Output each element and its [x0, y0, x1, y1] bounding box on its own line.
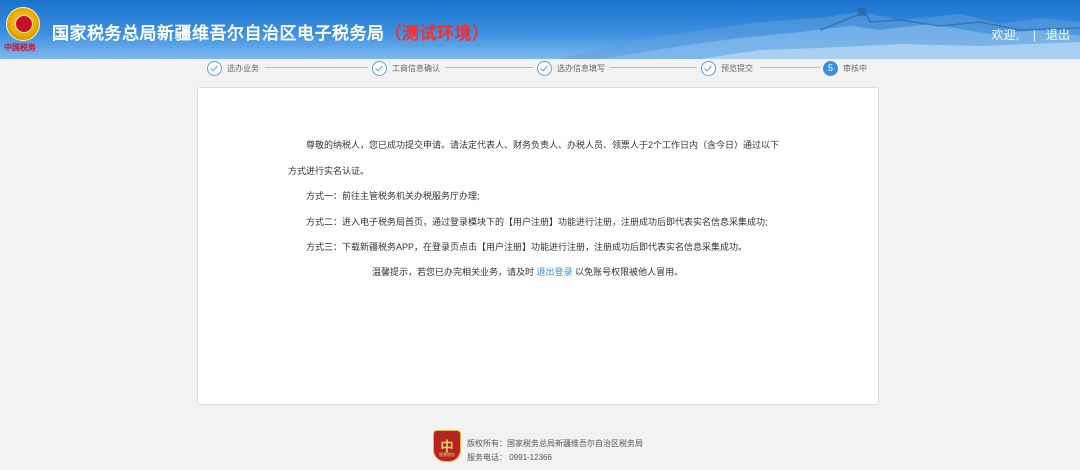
site-header: 中国税务 国家税务总局新疆维吾尔自治区电子税务局（测试环境） 欢迎, | 退出 — [0, 0, 1080, 59]
notice-line-1: 尊敬的纳税人，您已成功提交申请。请法定代表人、财务负责人、办税人员、领票人于2个… — [306, 140, 780, 150]
logout-login-link[interactable]: 退出登录 — [537, 267, 573, 277]
check-icon — [207, 60, 222, 76]
copyright-text: 版权所有：国家税务总局新疆维吾尔自治区税务局 — [467, 439, 643, 448]
logo-caption: 智慧税务 — [439, 452, 455, 457]
notice-panel: 尊敬的纳税人，您已成功提交申请。请法定代表人、财务负责人、办税人员、领票人于2个… — [197, 87, 879, 405]
tax-emblem-icon — [6, 7, 40, 41]
reminder-prefix: 温馨提示，若您已办完相关业务，请及时 — [372, 267, 535, 277]
step-label: 工商信息确认 — [392, 63, 440, 73]
logout-link[interactable]: 退出 — [1046, 26, 1070, 43]
step-label: 选办信息填写 — [557, 63, 605, 73]
progress-steps: 选办业务 工商信息确认 选办信息填写 预览提交 5 审核中 — [0, 59, 1080, 81]
step-connector — [265, 67, 368, 68]
method-two: 方式二：进入电子税务局首页，通过登录模块下的【用户注册】功能进行注册，注册成功后… — [306, 217, 768, 227]
method-one: 方式一：前往主管税务机关办税服务厅办理; — [306, 191, 480, 201]
method-three: 方式三：下载新疆税务APP，在登录页点击【用户注册】功能进行注册，注册成功后即代… — [306, 242, 748, 252]
step-4: 预览提交 — [701, 59, 753, 77]
smart-tax-logo-icon: 中 智慧税务 — [433, 430, 461, 462]
reminder-line: 温馨提示，若您已办完相关业务，请及时 退出登录 以免账号权限被他人冒用。 — [372, 265, 683, 278]
check-icon — [701, 60, 716, 76]
check-icon — [372, 60, 387, 76]
site-footer: 中 智慧税务 版权所有：国家税务总局新疆维吾尔自治区税务局 服务电话： 0991… — [0, 420, 1080, 470]
notice-line-2: 方式进行实名认证。 — [288, 166, 370, 176]
step-5: 5 审核中 — [823, 59, 867, 77]
welcome-text: 欢迎, — [991, 28, 1019, 42]
site-title-text: 国家税务总局新疆维吾尔自治区电子税务局 — [52, 24, 385, 43]
step-number: 5 — [823, 60, 838, 76]
check-icon — [537, 60, 552, 76]
step-connector — [445, 67, 533, 68]
emblem-caption: 中国税务 — [4, 42, 36, 52]
site-title: 国家税务总局新疆维吾尔自治区电子税务局（测试环境） — [52, 19, 490, 44]
step-connector — [760, 67, 820, 68]
step-label: 选办业务 — [227, 63, 259, 73]
step-connector — [610, 67, 697, 68]
step-2: 工商信息确认 — [372, 59, 440, 77]
header-nav: 欢迎, | 退出 — [992, 26, 1070, 43]
service-phone: 服务电话： 0991-12366 — [467, 453, 552, 462]
reminder-suffix: 以免账号权限被他人冒用。 — [575, 267, 684, 277]
nav-separator: | — [1032, 27, 1036, 42]
step-3: 选办信息填写 — [537, 59, 605, 77]
step-label: 预览提交 — [721, 63, 753, 73]
environment-label: （测试环境） — [384, 24, 490, 43]
step-label: 审核中 — [843, 63, 867, 73]
step-1: 选办业务 — [207, 59, 259, 77]
